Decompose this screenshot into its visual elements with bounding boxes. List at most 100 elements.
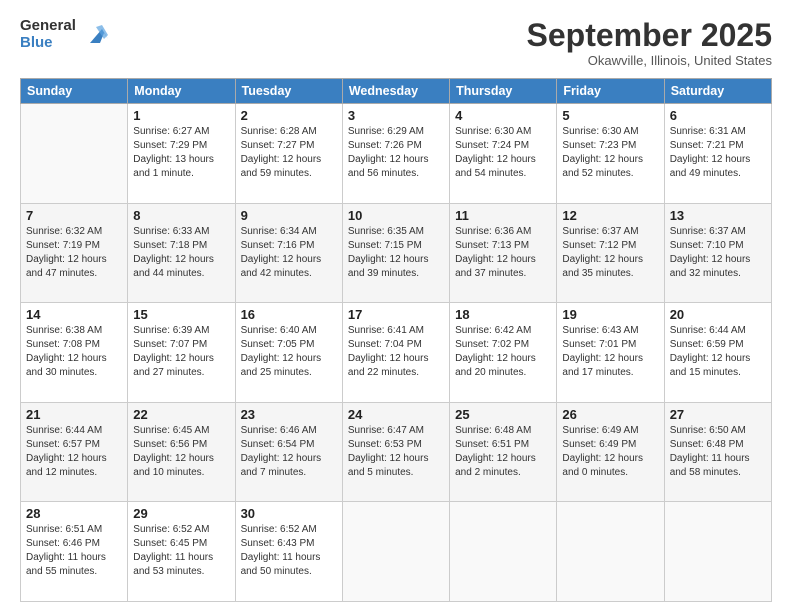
day-number: 28	[26, 506, 122, 521]
calendar-cell: 29 Sunrise: 6:52 AMSunset: 6:45 PMDayligh…	[128, 502, 235, 602]
logo: General Blue	[20, 18, 110, 51]
title-area: September 2025 Okawville, Illinois, Unit…	[527, 18, 772, 68]
calendar-cell: 8Sunrise: 6:33 AMSunset: 7:18 PMDaylight…	[128, 203, 235, 303]
calendar-cell: 9Sunrise: 6:34 AMSunset: 7:16 PMDaylight…	[235, 203, 342, 303]
day-number: 2	[241, 108, 337, 123]
calendar-week-row: 14Sunrise: 6:38 AMSunset: 7:08 PMDayligh…	[21, 303, 772, 403]
day-info: Sunrise: 6:52 AMSunset: 6:45 PMDaylight:…	[133, 523, 229, 579]
day-number: 8	[133, 208, 229, 223]
calendar-week-row: 28 Sunrise: 6:51 AMSunset: 6:46 PMDayligh…	[21, 502, 772, 602]
calendar-cell: 10 Sunrise: 6:35 AMSunset: 7:15 PMDayligh…	[342, 203, 449, 303]
calendar-cell	[450, 502, 557, 602]
day-info: Sunrise: 6:37 AMSunset: 7:10 PMDaylight:…	[670, 225, 766, 281]
day-number: 10	[348, 208, 444, 223]
calendar-cell: 3 Sunrise: 6:29 AMSunset: 7:26 PMDaylight…	[342, 104, 449, 204]
day-info: Sunrise: 6:31 AMSunset: 7:21 PMDaylight:…	[670, 125, 766, 181]
day-number: 1	[133, 108, 229, 123]
calendar-cell: 1 Sunrise: 6:27 AMSunset: 7:29 PMDaylight…	[128, 104, 235, 204]
day-info: Sunrise: 6:30 AMSunset: 7:24 PMDaylight:…	[455, 125, 551, 181]
day-info: Sunrise: 6:27 AMSunset: 7:29 PMDaylight:…	[133, 125, 229, 181]
day-info: Sunrise: 6:40 AMSunset: 7:05 PMDaylight:…	[241, 324, 337, 380]
calendar-cell: 7Sunrise: 6:32 AMSunset: 7:19 PMDaylight…	[21, 203, 128, 303]
calendar-cell: 13 Sunrise: 6:37 AMSunset: 7:10 PMDayligh…	[664, 203, 771, 303]
calendar-cell: 12Sunrise: 6:37 AMSunset: 7:12 PMDayligh…	[557, 203, 664, 303]
calendar-cell	[664, 502, 771, 602]
day-info: Sunrise: 6:36 AMSunset: 7:13 PMDaylight:…	[455, 225, 551, 281]
day-info: Sunrise: 6:49 AMSunset: 6:49 PMDaylight:…	[562, 424, 658, 480]
calendar-cell: 6 Sunrise: 6:31 AMSunset: 7:21 PMDaylight…	[664, 104, 771, 204]
location: Okawville, Illinois, United States	[527, 53, 772, 68]
logo-text: General Blue	[20, 18, 76, 51]
day-info: Sunrise: 6:48 AMSunset: 6:51 PMDaylight:…	[455, 424, 551, 480]
calendar-cell: 15 Sunrise: 6:39 AMSunset: 7:07 PMDayligh…	[128, 303, 235, 403]
day-info: Sunrise: 6:29 AMSunset: 7:26 PMDaylight:…	[348, 125, 444, 181]
calendar-table: SundayMondayTuesdayWednesdayThursdayFrid…	[20, 78, 772, 602]
calendar-cell: 30 Sunrise: 6:52 AMSunset: 6:43 PMDayligh…	[235, 502, 342, 602]
day-number: 22	[133, 407, 229, 422]
day-number: 16	[241, 307, 337, 322]
page: General Blue September 2025 Okawville, I…	[0, 0, 792, 612]
logo-blue: Blue	[20, 35, 76, 52]
day-info: Sunrise: 6:43 AMSunset: 7:01 PMDaylight:…	[562, 324, 658, 380]
calendar-cell: 11 Sunrise: 6:36 AMSunset: 7:13 PMDayligh…	[450, 203, 557, 303]
day-info: Sunrise: 6:41 AMSunset: 7:04 PMDaylight:…	[348, 324, 444, 380]
col-header-saturday: Saturday	[664, 79, 771, 104]
month-title: September 2025	[527, 18, 772, 53]
calendar-cell: 19 Sunrise: 6:43 AMSunset: 7:01 PMDayligh…	[557, 303, 664, 403]
day-number: 4	[455, 108, 551, 123]
day-number: 3	[348, 108, 444, 123]
col-header-friday: Friday	[557, 79, 664, 104]
day-number: 27	[670, 407, 766, 422]
day-number: 18	[455, 307, 551, 322]
calendar-cell: 21Sunrise: 6:44 AMSunset: 6:57 PMDayligh…	[21, 402, 128, 502]
logo-icon	[82, 21, 110, 49]
col-header-thursday: Thursday	[450, 79, 557, 104]
day-number: 24	[348, 407, 444, 422]
calendar-cell: 24 Sunrise: 6:47 AMSunset: 6:53 PMDayligh…	[342, 402, 449, 502]
calendar-cell: 4 Sunrise: 6:30 AMSunset: 7:24 PMDaylight…	[450, 104, 557, 204]
day-number: 23	[241, 407, 337, 422]
day-info: Sunrise: 6:28 AMSunset: 7:27 PMDaylight:…	[241, 125, 337, 181]
col-header-tuesday: Tuesday	[235, 79, 342, 104]
day-info: Sunrise: 6:30 AMSunset: 7:23 PMDaylight:…	[562, 125, 658, 181]
calendar-cell: 28 Sunrise: 6:51 AMSunset: 6:46 PMDayligh…	[21, 502, 128, 602]
calendar-cell: 27 Sunrise: 6:50 AMSunset: 6:48 PMDayligh…	[664, 402, 771, 502]
day-number: 6	[670, 108, 766, 123]
day-info: Sunrise: 6:52 AMSunset: 6:43 PMDaylight:…	[241, 523, 337, 579]
day-info: Sunrise: 6:39 AMSunset: 7:07 PMDaylight:…	[133, 324, 229, 380]
day-number: 12	[562, 208, 658, 223]
calendar-week-row: 21Sunrise: 6:44 AMSunset: 6:57 PMDayligh…	[21, 402, 772, 502]
day-number: 25	[455, 407, 551, 422]
calendar-cell: 25 Sunrise: 6:48 AMSunset: 6:51 PMDayligh…	[450, 402, 557, 502]
calendar-week-row: 1 Sunrise: 6:27 AMSunset: 7:29 PMDaylight…	[21, 104, 772, 204]
calendar-cell: 18Sunrise: 6:42 AMSunset: 7:02 PMDayligh…	[450, 303, 557, 403]
calendar-cell	[342, 502, 449, 602]
day-number: 19	[562, 307, 658, 322]
calendar-cell: 26Sunrise: 6:49 AMSunset: 6:49 PMDayligh…	[557, 402, 664, 502]
calendar-header-row: SundayMondayTuesdayWednesdayThursdayFrid…	[21, 79, 772, 104]
day-number: 29	[133, 506, 229, 521]
day-info: Sunrise: 6:47 AMSunset: 6:53 PMDaylight:…	[348, 424, 444, 480]
col-header-monday: Monday	[128, 79, 235, 104]
day-info: Sunrise: 6:51 AMSunset: 6:46 PMDaylight:…	[26, 523, 122, 579]
col-header-wednesday: Wednesday	[342, 79, 449, 104]
day-info: Sunrise: 6:44 AMSunset: 6:59 PMDaylight:…	[670, 324, 766, 380]
col-header-sunday: Sunday	[21, 79, 128, 104]
day-number: 15	[133, 307, 229, 322]
day-number: 11	[455, 208, 551, 223]
calendar-cell: 22 Sunrise: 6:45 AMSunset: 6:56 PMDayligh…	[128, 402, 235, 502]
day-info: Sunrise: 6:34 AMSunset: 7:16 PMDaylight:…	[241, 225, 337, 281]
calendar-cell	[21, 104, 128, 204]
calendar-cell: 16 Sunrise: 6:40 AMSunset: 7:05 PMDayligh…	[235, 303, 342, 403]
day-info: Sunrise: 6:35 AMSunset: 7:15 PMDaylight:…	[348, 225, 444, 281]
day-info: Sunrise: 6:38 AMSunset: 7:08 PMDaylight:…	[26, 324, 122, 380]
day-info: Sunrise: 6:46 AMSunset: 6:54 PMDaylight:…	[241, 424, 337, 480]
day-number: 30	[241, 506, 337, 521]
day-number: 20	[670, 307, 766, 322]
day-info: Sunrise: 6:32 AMSunset: 7:19 PMDaylight:…	[26, 225, 122, 281]
logo-general: General	[20, 18, 76, 35]
day-info: Sunrise: 6:45 AMSunset: 6:56 PMDaylight:…	[133, 424, 229, 480]
day-number: 13	[670, 208, 766, 223]
day-info: Sunrise: 6:50 AMSunset: 6:48 PMDaylight:…	[670, 424, 766, 480]
calendar-cell: 20 Sunrise: 6:44 AMSunset: 6:59 PMDayligh…	[664, 303, 771, 403]
